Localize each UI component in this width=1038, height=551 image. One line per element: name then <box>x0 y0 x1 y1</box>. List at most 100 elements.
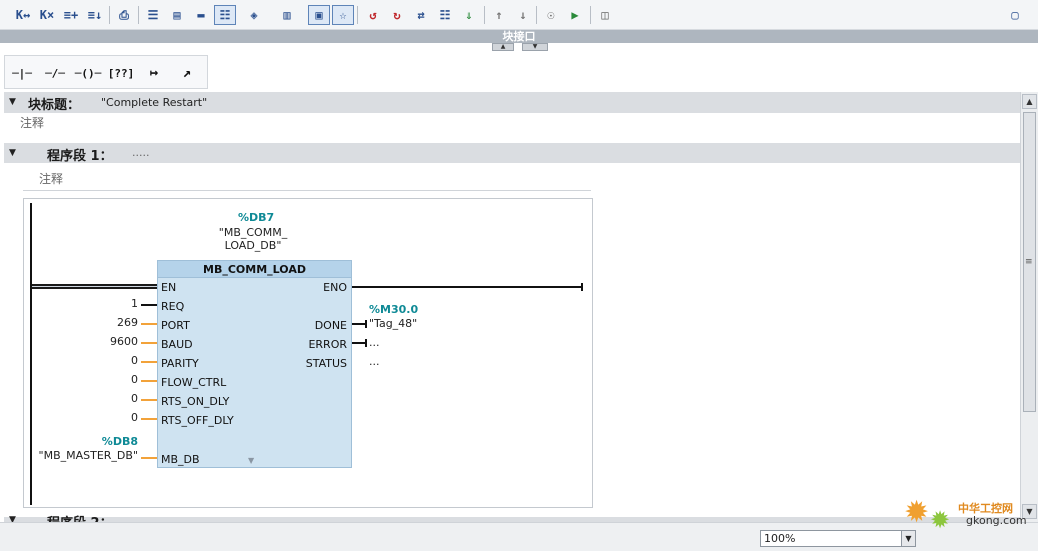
port-wire <box>141 323 157 325</box>
parity-wire <box>141 361 157 363</box>
find-icon[interactable]: ☉ <box>540 5 562 25</box>
eno-wire <box>352 286 582 288</box>
flow-ctrl-value[interactable]: 0 <box>84 373 138 386</box>
vertical-scrollbar[interactable]: ▲ ≡ ▼ <box>1020 92 1038 522</box>
done-tag-name[interactable]: "Tag_48" <box>369 317 417 330</box>
window-layout-icon[interactable]: ▢ <box>1004 5 1026 25</box>
empty-box-button[interactable]: [??] <box>106 62 136 84</box>
status-tag-name[interactable]: ... <box>369 355 380 368</box>
print-icon[interactable]: ⎙ <box>113 5 135 25</box>
mb-db-address[interactable]: %DB8 <box>84 435 138 448</box>
coil-button[interactable]: ─()─ <box>73 62 103 84</box>
network-1-comment[interactable]: 注释 <box>39 170 63 187</box>
pin-port[interactable]: PORT <box>161 319 190 332</box>
editor-status-bar: 100% ▼ <box>0 522 1038 551</box>
toolbar-separator <box>536 6 537 24</box>
insert-row-icon[interactable]: ≡+ <box>60 5 82 25</box>
go-to-next-error-icon[interactable]: ↻ <box>386 5 408 25</box>
ladder-elements-bar: ─|─ ─/─ ─()─ [??] ↦ ↗ <box>4 55 208 89</box>
mb-db-name[interactable]: "MB_MASTER_DB" <box>34 449 138 462</box>
collapse-triangle-icon[interactable]: ▼ <box>9 97 16 107</box>
network-2-title: 程序段 2： <box>47 512 113 522</box>
jump-to-address-icon[interactable]: ▥ <box>272 5 302 25</box>
rts-on-dly-value[interactable]: 0 <box>84 392 138 405</box>
comment-divider <box>23 190 591 191</box>
down-arrow-icon[interactable]: ↓ <box>512 5 534 25</box>
delete-network-icon[interactable]: K× <box>36 5 58 25</box>
toolbar-separator <box>138 6 139 24</box>
pin-baud[interactable]: BAUD <box>161 338 193 351</box>
monitoring-on-off-icon[interactable]: ▶ <box>564 5 586 25</box>
block-interface-splitter[interactable]: 块接口 <box>0 30 1038 43</box>
pin-error[interactable]: ERROR <box>308 338 347 351</box>
port-value[interactable]: 269 <box>84 316 138 329</box>
flow-ctrl-wire <box>141 380 157 382</box>
zoom-select[interactable]: 100% <box>760 530 916 547</box>
block-title-value[interactable]: "Complete Restart" <box>101 96 207 109</box>
collapse-triangle-icon[interactable]: ▼ <box>9 515 16 522</box>
editor-toolbar: K↔ K× ≡+ ≡↓ ⎙ ☰ ▤ ▬ ☷ ◈ ▥ ▣ ☆ ↺ ↻ ⇄ ☷ ⇓ … <box>0 0 1038 30</box>
pin-req[interactable]: REQ <box>161 300 184 313</box>
pin-en[interactable]: EN <box>161 281 176 294</box>
mb-comm-load-block[interactable]: MB_COMM_LOAD EN REQ PORT BAUD PARITY FLO… <box>157 260 352 468</box>
append-row-icon[interactable]: ≡↓ <box>84 5 106 25</box>
error-wire-end <box>365 339 367 347</box>
network-1-title-value[interactable]: ..... <box>132 146 149 159</box>
baud-value[interactable]: 9600 <box>84 335 138 348</box>
parity-value[interactable]: 0 <box>84 354 138 367</box>
open-all-networks-icon[interactable]: ▬ <box>190 5 212 25</box>
split-view-icon[interactable]: ◫ <box>594 5 616 25</box>
close-all-networks-icon[interactable]: ▣ <box>308 5 330 25</box>
display-comments-icon[interactable]: ☷ <box>214 5 236 25</box>
star-favorites-icon[interactable]: ☆ <box>332 5 354 25</box>
pin-rts-off-dly[interactable]: RTS_OFF_DLY <box>161 414 234 427</box>
pin-done[interactable]: DONE <box>315 319 347 332</box>
scroll-up-button[interactable]: ▲ <box>1022 94 1037 109</box>
done-tag-address[interactable]: %M30.0 <box>369 303 418 316</box>
pin-status[interactable]: STATUS <box>306 357 347 370</box>
instance-db-name-line2[interactable]: LOAD_DB" <box>208 239 298 252</box>
network-1-ladder: %DB7 "MB_COMM_ LOAD_DB" MB_COMM_LOAD EN … <box>23 198 593 508</box>
pin-parity[interactable]: PARITY <box>161 357 199 370</box>
rts-off-dly-value[interactable]: 0 <box>84 411 138 424</box>
favorites-icon[interactable]: ▤ <box>166 5 188 25</box>
go-to-previous-error-icon[interactable]: ↺ <box>362 5 384 25</box>
collapse-interface-handle[interactable]: ▼ <box>522 43 548 51</box>
open-branch-button[interactable]: ↦ <box>139 62 169 84</box>
close-branch-button[interactable]: ↗ <box>172 62 202 84</box>
plc-editor-window: K↔ K× ≡+ ≡↓ ⎙ ☰ ▤ ▬ ☷ ◈ ▥ ▣ ☆ ↺ ↻ ⇄ ☷ ⇓ … <box>0 0 1038 551</box>
pin-rts-on-dly[interactable]: RTS_ON_DLY <box>161 395 229 408</box>
block-comment[interactable]: 注释 <box>20 114 44 131</box>
network-1-header[interactable]: ▼ 程序段 1： ..... <box>4 143 1020 164</box>
absolute-operands-icon[interactable]: ☰ <box>142 5 164 25</box>
compare-icon[interactable]: ⇓ <box>458 5 480 25</box>
done-wire <box>352 323 366 325</box>
up-arrow-icon[interactable]: ↑ <box>488 5 510 25</box>
instance-db-address[interactable]: %DB7 <box>238 211 274 224</box>
collapse-triangle-icon[interactable]: ▼ <box>9 148 16 158</box>
req-value[interactable]: 1 <box>84 297 138 310</box>
expand-interface-handle[interactable]: ▲ <box>492 43 514 51</box>
req-wire <box>141 304 157 306</box>
eno-wire-end <box>581 283 583 291</box>
instance-db-name-line1[interactable]: "MB_COMM_ <box>208 226 298 239</box>
block-title-header[interactable]: ▼ 块标题： "Complete Restart" <box>4 92 1020 113</box>
network-1-title: 程序段 1： <box>47 149 113 164</box>
gear-logo-icon: ✹ <box>930 506 951 534</box>
pin-mb-db[interactable]: MB_DB <box>161 453 200 466</box>
monitoring-icon[interactable]: ☷ <box>434 5 456 25</box>
pin-eno[interactable]: ENO <box>323 281 347 294</box>
insert-network-icon[interactable]: K↔ <box>12 5 34 25</box>
gkong-watermark: ✹ ✹ 中华工控网 gkong.com <box>900 494 1038 551</box>
expand-block-icon[interactable]: ▼ <box>248 456 254 465</box>
pin-flow-ctrl[interactable]: FLOW_CTRL <box>161 376 226 389</box>
display-tag-info-icon[interactable]: ◈ <box>240 5 268 25</box>
done-wire-end <box>365 320 367 328</box>
gear-logo-icon: ✹ <box>904 495 930 530</box>
error-tag-name[interactable]: ... <box>369 336 380 349</box>
toolbar-separator <box>109 6 110 24</box>
no-contact-button[interactable]: ─|─ <box>7 62 37 84</box>
update-calls-icon[interactable]: ⇄ <box>410 5 432 25</box>
nc-contact-button[interactable]: ─/─ <box>40 62 70 84</box>
power-rail <box>30 203 32 505</box>
